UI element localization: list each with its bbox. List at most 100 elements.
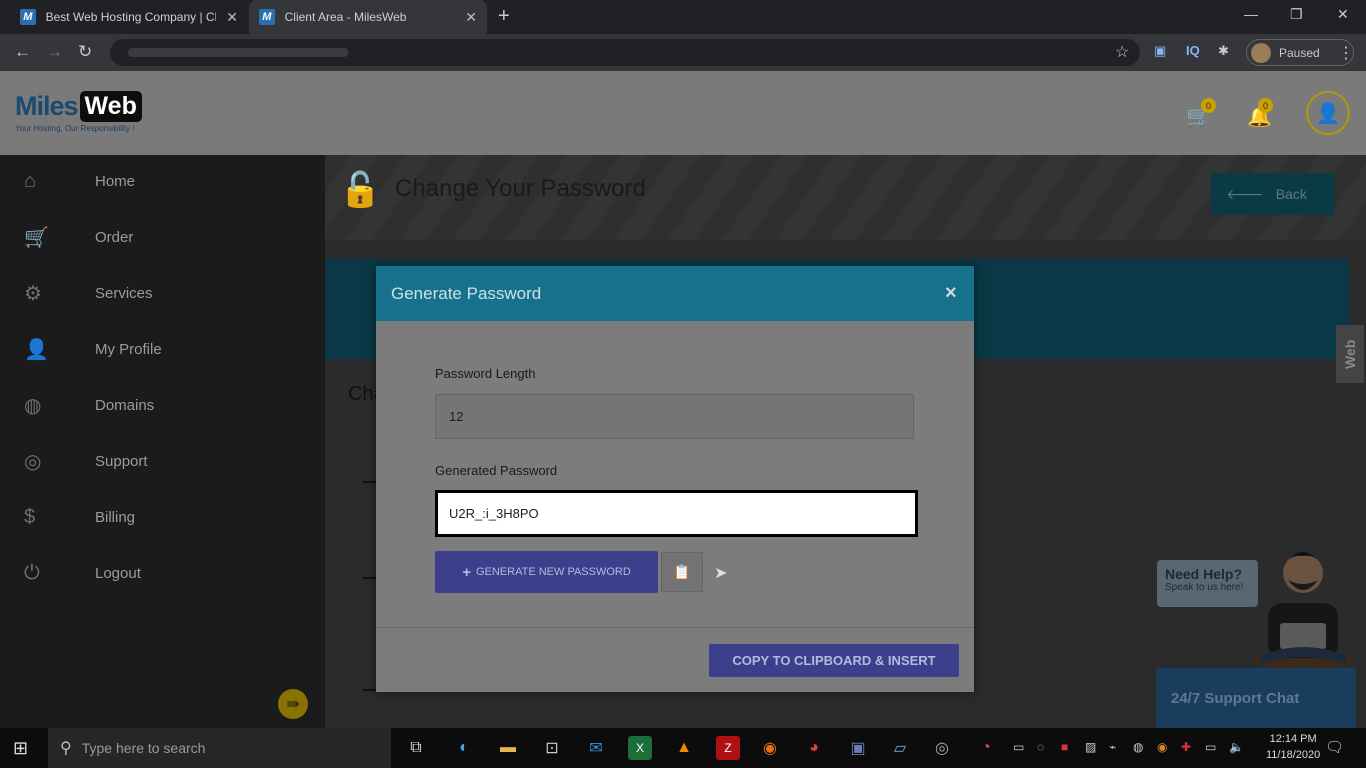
bookmark-star-icon[interactable]: ☆	[1115, 42, 1129, 62]
browser-menu-icon[interactable]: ⋮	[1338, 43, 1354, 63]
task-view-icon[interactable]: ⧉	[404, 736, 428, 760]
need-help-title: Need Help?	[1165, 566, 1243, 582]
store-icon[interactable]: ⊡	[540, 736, 564, 760]
extension-iq-icon[interactable]: IQ	[1186, 43, 1200, 58]
window-close-icon[interactable]: ✕	[1337, 6, 1349, 23]
minimize-icon[interactable]: —	[1244, 6, 1258, 22]
tab-client-area[interactable]: M Client Area - MilesWeb ✕	[249, 0, 487, 34]
sidebar-item-services[interactable]: ⚙ Services	[0, 273, 325, 313]
restore-icon[interactable]: ❐	[1290, 6, 1303, 23]
generate-password-modal: Generate Password × Password Length 12 G…	[376, 266, 974, 692]
sidebar: ⌂ Home 🛒 Order ⚙ Services 👤 My Profile ◍…	[0, 155, 325, 728]
filezilla-icon[interactable]: Z	[716, 736, 740, 760]
chrome-icon[interactable]: ◔	[974, 736, 998, 760]
taskbar-clock[interactable]: 12:14 PM 11/18/2020	[1266, 731, 1320, 763]
generate-new-password-button[interactable]: + GENERATE NEW PASSWORD	[435, 551, 658, 593]
password-length-label: Password Length	[435, 366, 536, 381]
need-help-bubble[interactable]: Need Help? Speak to us here!	[1157, 560, 1258, 607]
form-underline	[363, 689, 377, 691]
page-title: Change Your Password	[395, 175, 646, 202]
clock-time: 12:14 PM	[1269, 733, 1317, 745]
sidebar-item-my-profile[interactable]: 👤 My Profile	[0, 329, 325, 369]
generate-button-label: GENERATE NEW PASSWORD	[475, 566, 631, 578]
notification-count-badge: 0	[1258, 98, 1273, 113]
vlc-icon[interactable]: ▲	[672, 736, 696, 760]
tray-shield-icon[interactable]: ✚	[1181, 740, 1191, 754]
milesweb-logo[interactable]: Miles Web Your Hosting, Our Responsibili…	[15, 91, 142, 133]
tray-chat-icon[interactable]: ◌	[1037, 740, 1044, 754]
avatar	[1251, 42, 1271, 63]
modal-footer-divider	[376, 627, 974, 628]
sidebar-item-label: Home	[95, 172, 136, 190]
back-label: Back	[1275, 186, 1307, 202]
extensions-puzzle-icon[interactable]: ✱	[1218, 43, 1229, 59]
sidebar-item-label: Order	[95, 228, 134, 246]
user-menu-button[interactable]: 👤	[1306, 91, 1350, 135]
clipboard-icon: 📋	[672, 564, 692, 581]
media-icon[interactable]: ◎	[930, 736, 954, 760]
home-icon: ⌂	[24, 169, 37, 192]
tray-chrome-icon[interactable]: ◍	[1133, 740, 1143, 754]
tray-volume-icon[interactable]: 🔈	[1229, 740, 1244, 754]
browser-toolbar: ← → ↻ ☆ ▣ IQ ✱ Paused ⋮	[0, 34, 1366, 71]
generated-password-field[interactable]: U2R_:i_3H8PO	[435, 490, 918, 537]
edge-icon[interactable]: ◐	[452, 736, 476, 760]
sidebar-item-logout[interactable]: ⏻ Logout	[0, 553, 325, 593]
close-icon[interactable]: ×	[945, 282, 957, 305]
notes-icon[interactable]: ▱	[888, 736, 912, 760]
tray-monitor-icon[interactable]: ▭	[1013, 740, 1024, 754]
sidebar-item-support[interactable]: ◎ Support	[0, 441, 325, 481]
cart-count-badge: 0	[1201, 98, 1216, 113]
modal-title: Generate Password	[391, 284, 542, 303]
tab-close-icon[interactable]: ✕	[465, 9, 477, 26]
blurred-url	[128, 48, 348, 57]
sidebar-item-label: Domains	[95, 396, 155, 414]
back-arrow-icon[interactable]: ←	[14, 42, 31, 62]
tray-app-icon[interactable]: ◉	[1157, 740, 1167, 754]
sidebar-toggle-button[interactable]: ⇛	[278, 689, 308, 719]
plus-icon: +	[462, 563, 471, 581]
tab-best-web-hosting[interactable]: M Best Web Hosting Company | Ch ✕	[10, 0, 248, 34]
sidebar-item-label: Billing	[95, 508, 136, 526]
screen-recorder-icon[interactable]: ▣	[846, 736, 870, 760]
mail-icon[interactable]: ✉	[584, 736, 608, 760]
address-bar[interactable]	[110, 39, 1140, 66]
tray-usb-icon[interactable]: ⌁	[1109, 740, 1116, 754]
reload-icon[interactable]: ↻	[78, 42, 92, 62]
sidebar-item-home[interactable]: ⌂ Home	[0, 161, 325, 201]
logo-web: Web	[79, 91, 142, 122]
back-button[interactable]: 🡐 Back	[1211, 173, 1334, 215]
power-icon: ⏻	[24, 561, 40, 584]
globe-icon: ◍	[24, 394, 42, 417]
extension-screen-icon[interactable]: ▣	[1154, 43, 1166, 59]
windows-taskbar: ⊞ ⚲ Type here to search ⧉ ◐ ▬ ⊡ ✉ X ▲ Z …	[0, 728, 1366, 768]
tab-title: Best Web Hosting Company | Ch	[45, 10, 217, 24]
new-tab-icon[interactable]: +	[498, 5, 510, 28]
search-placeholder: Type here to search	[81, 740, 206, 756]
sidebar-item-billing[interactable]: $ Billing	[0, 497, 325, 537]
logo-miles: Miles	[15, 91, 79, 121]
taskbar-search[interactable]: ⚲ Type here to search	[48, 728, 391, 768]
file-explorer-icon[interactable]: ▬	[496, 736, 520, 760]
copy-to-clipboard-button[interactable]: 📋	[661, 552, 703, 592]
excel-icon[interactable]: X	[628, 736, 652, 760]
feedback-side-tab[interactable]: Web	[1336, 325, 1364, 383]
tab-close-icon[interactable]: ✕	[226, 9, 238, 26]
tray-record-icon[interactable]: ■	[1061, 740, 1068, 754]
tray-network-icon[interactable]: ▭	[1205, 740, 1216, 754]
mouse-cursor-icon: ➤	[714, 565, 728, 582]
windows-start-icon[interactable]: ⊞	[13, 738, 28, 759]
sidebar-item-order[interactable]: 🛒 Order	[0, 217, 325, 257]
chrome-profile-icon[interactable]: ◕	[802, 736, 826, 760]
forward-arrow-icon[interactable]: →	[46, 42, 63, 62]
support-chat-bar[interactable]: 24/7 Support Chat	[1156, 668, 1356, 728]
tray-capture-icon[interactable]: ▨	[1085, 740, 1096, 754]
sidebar-item-domains[interactable]: ◍ Domains	[0, 385, 325, 425]
user-icon: 👤	[1315, 102, 1341, 125]
profile-status: Paused	[1279, 45, 1320, 60]
copy-and-insert-button[interactable]: COPY TO CLIPBOARD & INSERT	[709, 644, 959, 677]
firefox-icon[interactable]: ◉	[758, 736, 782, 760]
milesweb-favicon-icon: M	[20, 9, 36, 25]
notification-center-icon[interactable]: 🗨	[1325, 738, 1344, 756]
password-length-input[interactable]: 12	[435, 394, 914, 439]
